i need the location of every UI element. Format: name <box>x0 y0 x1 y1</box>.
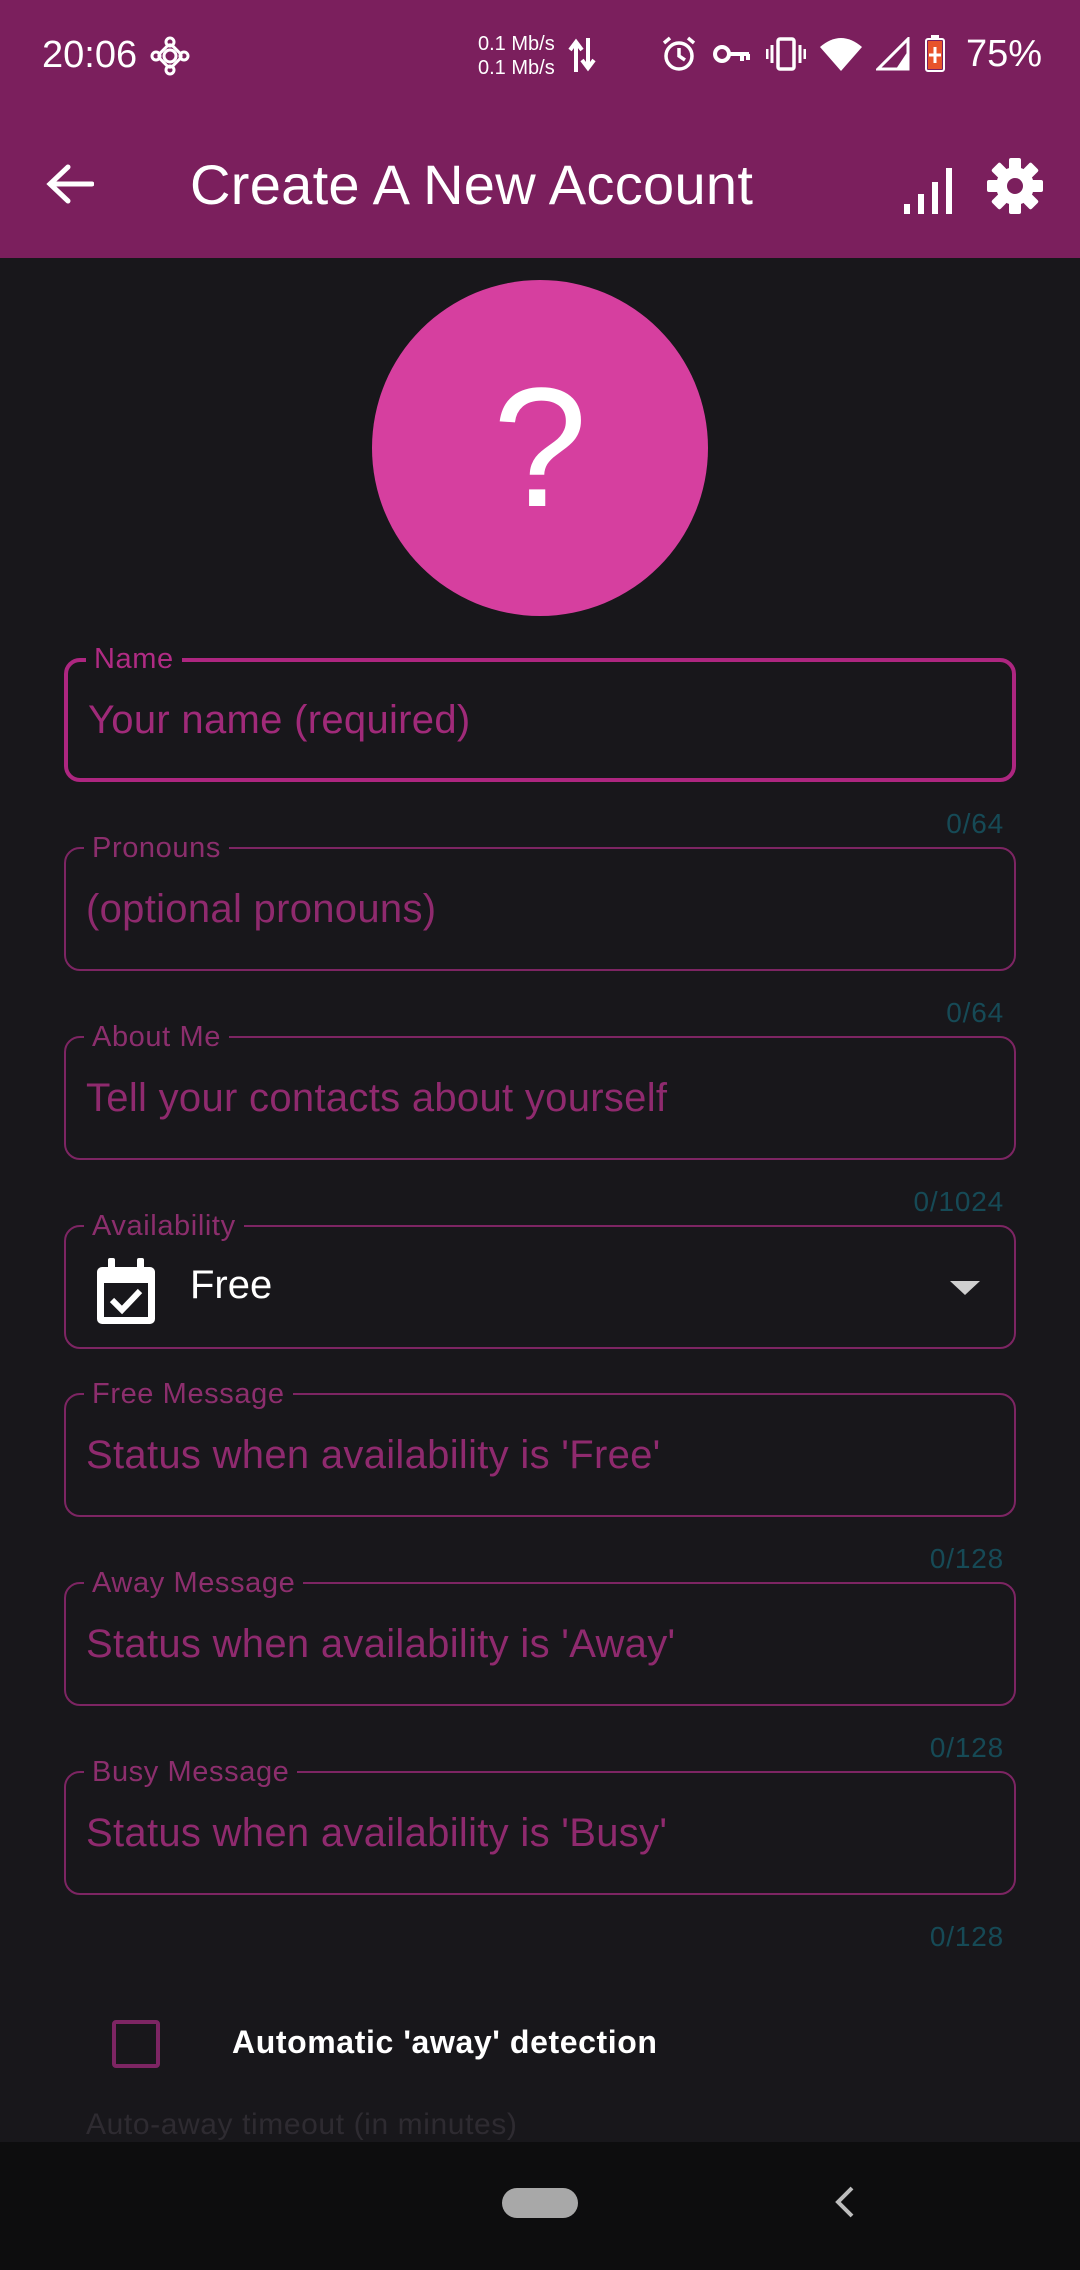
about-me-field[interactable]: About Me <box>64 1021 1016 1160</box>
name-field[interactable]: Name <box>64 643 1016 782</box>
name-input[interactable] <box>88 662 992 778</box>
avatar-placeholder[interactable]: ? <box>372 280 708 616</box>
page-title: Create A New Account <box>190 153 754 216</box>
wifi-icon <box>820 38 862 71</box>
home-gesture-pill[interactable] <box>502 2188 578 2218</box>
status-time: 20:06 <box>42 34 138 76</box>
arrow-back-icon <box>46 164 94 204</box>
dropdown-arrow-icon <box>950 1281 980 1295</box>
net-up: 0.1 Mb/s <box>478 33 555 55</box>
about-me-input[interactable] <box>86 1038 994 1158</box>
free-message-field[interactable]: Free Message <box>64 1378 1016 1517</box>
auto-away-timeout-label: Auto-away timeout (in minutes) <box>86 2108 518 2141</box>
away-message-input[interactable] <box>86 1584 994 1704</box>
create-account-screen: 20:06 0.1 Mb/s 0.1 Mb/s 75% Create A New… <box>0 0 1080 2270</box>
vpn-key-icon <box>713 45 750 63</box>
busy-message-counter: 0/128 <box>929 1921 1004 1952</box>
calendar-check-icon <box>97 1258 155 1324</box>
availability-dropdown[interactable]: Availability Free <box>64 1210 1016 1349</box>
settings-gear-icon[interactable] <box>985 156 1045 216</box>
free-message-input[interactable] <box>86 1395 994 1515</box>
auto-away-checkbox[interactable] <box>112 2020 160 2068</box>
auto-away-label[interactable]: Automatic 'away' detection <box>232 2024 658 2061</box>
network-speed: 0.1 Mb/s 0.1 Mb/s <box>478 32 555 80</box>
availability-label: Availability <box>84 1210 244 1242</box>
status-icons: 75% <box>660 32 1043 75</box>
away-message-field[interactable]: Away Message <box>64 1567 1016 1706</box>
vibrate-icon <box>766 37 806 71</box>
app-notification-icon <box>150 36 190 76</box>
battery-percentage: 75% <box>966 32 1043 75</box>
alarm-icon <box>662 36 696 71</box>
free-message-counter: 0/128 <box>929 1543 1004 1574</box>
pronouns-field[interactable]: Pronouns <box>64 832 1016 971</box>
cell-signal-icon <box>876 37 910 71</box>
away-message-counter: 0/128 <box>929 1732 1004 1763</box>
status-bar: 20:06 0.1 Mb/s 0.1 Mb/s 75% <box>0 0 1080 110</box>
availability-value: Free <box>190 1263 273 1307</box>
busy-message-field[interactable]: Busy Message <box>64 1756 1016 1895</box>
app-bar: Create A New Account <box>0 110 1080 258</box>
pronouns-counter: 0/64 <box>946 997 1004 1028</box>
pronouns-input[interactable] <box>86 849 994 969</box>
busy-message-input[interactable] <box>86 1773 994 1893</box>
net-down: 0.1 Mb/s <box>478 57 555 79</box>
data-transfer-icon <box>568 38 596 72</box>
system-navigation-bar <box>0 2142 1080 2270</box>
signal-strength-icon[interactable] <box>900 160 960 216</box>
battery-icon <box>925 35 945 72</box>
name-counter: 0/64 <box>946 808 1004 839</box>
back-button[interactable] <box>40 154 100 214</box>
nav-back-chevron-icon[interactable] <box>830 2182 860 2222</box>
about-me-counter: 0/1024 <box>913 1186 1004 1217</box>
